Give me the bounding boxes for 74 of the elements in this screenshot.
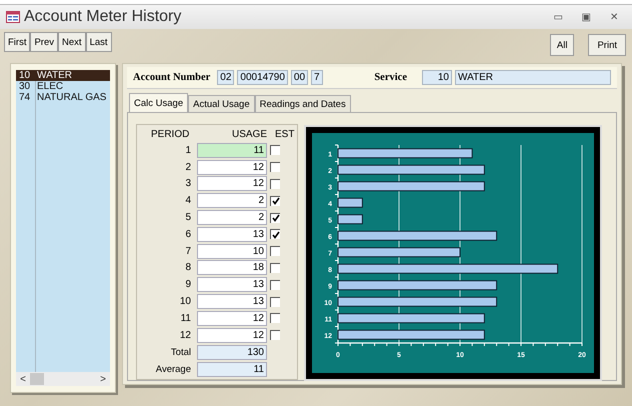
total-field: 130 — [197, 344, 267, 360]
horizontal-scrollbar[interactable]: < > — [16, 372, 110, 386]
usage-field[interactable]: 2 — [197, 210, 267, 226]
tab[interactable]: Calc Usage — [129, 93, 188, 112]
service-code-field[interactable]: 10 — [422, 70, 452, 85]
estimate-checkbox[interactable] — [270, 313, 280, 324]
account-number-field[interactable]: 00 — [290, 70, 308, 85]
bar — [338, 214, 363, 224]
estimate-checkbox[interactable] — [270, 196, 280, 206]
estimate-checkbox[interactable] — [270, 145, 280, 156]
minimize-button[interactable]: ▭ — [546, 11, 570, 23]
service-label: Service — [374, 72, 407, 83]
period-label: 7 — [184, 246, 191, 257]
estimate-checkbox[interactable] — [270, 246, 280, 256]
period-label: 9 — [184, 279, 191, 290]
estimate-checkbox[interactable] — [270, 330, 280, 340]
period-label: 12 — [178, 330, 191, 341]
account-number-field[interactable]: 02 — [217, 70, 234, 85]
service-item[interactable]: 10 WATER — [16, 70, 110, 81]
scroll-left-arrow[interactable]: < — [16, 374, 30, 384]
usage-field[interactable]: 2 — [197, 193, 267, 208]
total-field: 11 — [197, 362, 267, 377]
usage-field[interactable]: 10 — [197, 244, 267, 259]
form-icon — [6, 11, 20, 23]
account-number-label: Account Number — [133, 72, 210, 83]
tab[interactable]: Actual Usage — [188, 95, 255, 112]
period-label: 10 — [178, 296, 191, 308]
estimate-checkbox[interactable] — [270, 280, 280, 290]
period-label: 4 — [184, 195, 191, 206]
period-label: 6 — [184, 228, 191, 240]
estimate-checkbox[interactable] — [270, 229, 280, 240]
period-label: 3 — [184, 178, 191, 190]
period-label: 5 — [184, 212, 191, 224]
estimate-checkbox[interactable] — [270, 162, 280, 172]
total-label: Average — [154, 364, 191, 375]
close-button[interactable]: ✕ — [602, 11, 626, 23]
scroll-right-arrow[interactable]: > — [96, 374, 110, 384]
tab[interactable]: Readings and Dates — [254, 95, 351, 112]
period-label: 1 — [184, 144, 191, 156]
usage-field[interactable]: 13 — [197, 226, 267, 242]
usage-field[interactable]: 11 — [197, 142, 267, 158]
column-header: PERIOD — [150, 129, 190, 142]
usage-field[interactable]: 18 — [197, 260, 267, 276]
period-label: 2 — [184, 162, 191, 173]
nav-button[interactable]: Prev — [30, 32, 58, 52]
period-label: 11 — [180, 312, 191, 324]
print-button[interactable]: Print — [588, 34, 626, 56]
service-item[interactable]: 74 NATURAL GAS — [16, 92, 110, 103]
usage-field[interactable]: 12 — [197, 160, 267, 175]
nav-button[interactable]: Next — [58, 32, 86, 52]
account-number-field[interactable]: 00014790 — [237, 70, 288, 85]
estimate-checkbox[interactable] — [270, 212, 280, 223]
column-header: EST — [275, 129, 294, 142]
account-number-field[interactable]: 7 — [311, 70, 323, 85]
nav-button[interactable]: First — [4, 32, 30, 52]
estimate-checkbox[interactable] — [270, 178, 280, 189]
usage-field[interactable]: 12 — [197, 328, 267, 343]
all-button[interactable]: All — [550, 34, 574, 56]
estimate-checkbox[interactable] — [270, 296, 280, 307]
service-item[interactable]: 30 ELEC — [16, 81, 110, 92]
usage-field[interactable]: 13 — [197, 277, 267, 292]
column-header: USAGE — [230, 129, 267, 142]
usage-field[interactable]: 12 — [197, 176, 267, 192]
bar — [338, 198, 363, 208]
total-label: Total — [170, 346, 191, 358]
period-label: 8 — [184, 262, 191, 274]
maximize-button[interactable]: ▣ — [574, 11, 598, 23]
usage-field[interactable]: 12 — [197, 310, 267, 326]
service-name-field[interactable]: WATER — [455, 70, 611, 85]
usage-field[interactable]: 13 — [197, 294, 267, 310]
window-title: Account Meter History — [24, 8, 182, 26]
nav-button[interactable]: Last — [86, 32, 112, 52]
scroll-thumb[interactable] — [30, 373, 44, 385]
estimate-checkbox[interactable] — [270, 262, 280, 273]
